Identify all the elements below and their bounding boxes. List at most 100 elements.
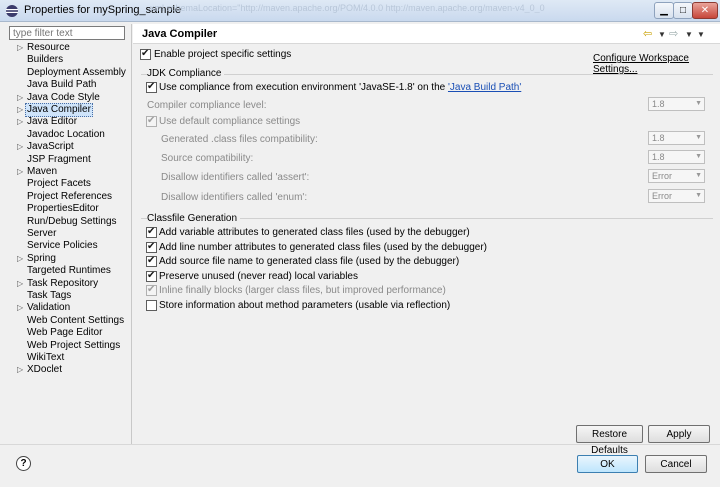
filter-input[interactable] bbox=[9, 26, 125, 40]
tree-item[interactable]: Targeted Runtimes bbox=[0, 265, 131, 277]
tree-item[interactable]: Web Content Settings bbox=[0, 315, 131, 327]
generated-compat-select[interactable]: 1.8 ▼ bbox=[648, 131, 705, 145]
tree-item[interactable]: Service Policies bbox=[0, 240, 131, 252]
page-title: Java Compiler bbox=[142, 28, 218, 40]
tree-item[interactable]: ▷ Resource bbox=[0, 42, 131, 54]
classfile-title: Classfile Generation bbox=[147, 213, 241, 224]
tree-item[interactable]: Project Facets bbox=[0, 178, 131, 190]
tree-item[interactable]: ▷ Java Code Style bbox=[0, 92, 131, 104]
expand-arrow-icon[interactable]: ▷ bbox=[17, 42, 24, 54]
tree-item-label: Web Content Settings bbox=[27, 314, 125, 326]
tree-item[interactable]: Builders bbox=[0, 54, 131, 66]
tree-item[interactable]: ▷ Java Editor bbox=[0, 116, 131, 128]
tree-item[interactable]: ▷ Maven bbox=[0, 166, 131, 178]
classfile-option-checkbox[interactable] bbox=[146, 270, 157, 282]
expand-arrow-icon[interactable]: ▷ bbox=[17, 166, 24, 178]
tree-item[interactable]: Java Build Path bbox=[0, 79, 131, 91]
source-compat-select[interactable]: 1.8 ▼ bbox=[648, 150, 705, 164]
tree-item[interactable]: Web Project Settings bbox=[0, 340, 131, 352]
classfile-option-label: Add variable attributes to generated cla… bbox=[159, 227, 470, 238]
forward-arrow-icon[interactable]: ⇨ bbox=[669, 27, 678, 40]
configure-workspace-link[interactable]: Configure Workspace Settings... bbox=[593, 53, 720, 75]
classfile-option-checkbox[interactable] bbox=[146, 284, 157, 297]
tree-item-label: Validation bbox=[27, 302, 71, 314]
help-icon[interactable]: ? bbox=[16, 456, 31, 471]
expand-arrow-icon[interactable]: ▷ bbox=[17, 104, 24, 116]
close-button[interactable]: ✕ bbox=[692, 2, 718, 19]
jdk-compliance-title: JDK Compliance bbox=[147, 68, 225, 79]
tree-item[interactable]: ▷ JavaScript bbox=[0, 141, 131, 153]
tree-item[interactable]: Run/Debug Settings bbox=[0, 216, 131, 228]
minimize-button[interactable]: ▁ bbox=[654, 2, 674, 19]
tree-item-label: Service Policies bbox=[27, 240, 98, 252]
tree-item-label: Resource bbox=[27, 42, 70, 53]
tree-item[interactable]: JSP Fragment bbox=[0, 154, 131, 166]
tree-item-label: Java Compiler bbox=[25, 103, 93, 117]
blurred-background-text: xml schemaLocation="http://maven.apache.… bbox=[150, 3, 545, 13]
enum-select[interactable]: Error ▼ bbox=[648, 189, 705, 203]
expand-arrow-icon[interactable]: ▷ bbox=[17, 116, 24, 128]
expand-arrow-icon[interactable]: ▷ bbox=[17, 253, 24, 265]
footer-separator bbox=[0, 444, 720, 445]
tree-item-label: Web Page Editor bbox=[27, 327, 103, 339]
use-default-label: Use default compliance settings bbox=[159, 116, 301, 127]
tree-item-label: Spring bbox=[27, 252, 56, 264]
tree-item-label: WikiText bbox=[27, 352, 65, 363]
enable-project-specific-checkbox[interactable] bbox=[140, 48, 151, 60]
tree-item-label: Deployment Assembly bbox=[27, 66, 126, 78]
view-menu-icon[interactable]: ▼ bbox=[697, 30, 705, 39]
java-build-path-link[interactable]: 'Java Build Path' bbox=[448, 82, 521, 93]
classfile-option-checkbox[interactable] bbox=[146, 255, 157, 268]
sash-divider[interactable] bbox=[131, 24, 132, 444]
expand-arrow-icon[interactable]: ▷ bbox=[17, 302, 24, 314]
use-compliance-checkbox[interactable] bbox=[146, 81, 157, 93]
tree-item-label: Project References bbox=[27, 190, 113, 202]
tree-item[interactable]: ▷ Task Repository bbox=[0, 278, 131, 290]
category-tree: ▷ Resource Builders Deployment Assembly Java… bbox=[0, 42, 131, 442]
tree-item-label: Run/Debug Settings bbox=[27, 215, 117, 227]
enable-project-specific-label: Enable project specific settings bbox=[154, 49, 292, 60]
forward-dropdown-icon[interactable]: ▼ bbox=[685, 30, 693, 39]
tree-item-label: JavaScript bbox=[27, 141, 74, 153]
compiler-level-select[interactable]: 1.8 ▼ bbox=[648, 97, 705, 111]
apply-button[interactable]: Apply bbox=[648, 425, 710, 443]
tree-item[interactable]: WikiText bbox=[0, 352, 131, 364]
tree-item[interactable]: ▷ XDoclet bbox=[0, 364, 131, 376]
classfile-option-label: Preserve unused (never read) local varia… bbox=[159, 270, 358, 282]
jdk-compliance-group bbox=[141, 74, 713, 75]
tree-item[interactable]: Web Page Editor bbox=[0, 327, 131, 339]
page-header: Java Compiler ⇦ ▼ ⇨ ▼ ▼ bbox=[133, 24, 720, 44]
cancel-button[interactable]: Cancel bbox=[645, 455, 707, 473]
classfile-option-checkbox[interactable] bbox=[146, 241, 157, 253]
tree-item[interactable]: Task Tags bbox=[0, 290, 131, 302]
tree-item[interactable]: Deployment Assembly bbox=[0, 67, 131, 79]
tree-item[interactable]: ▷ Java Compiler bbox=[0, 103, 131, 117]
tree-item[interactable]: ▷ Spring bbox=[0, 253, 131, 265]
expand-arrow-icon[interactable]: ▷ bbox=[17, 278, 24, 290]
tree-item[interactable]: Server bbox=[0, 228, 131, 240]
tree-item-label: XDoclet bbox=[27, 364, 63, 376]
back-arrow-icon[interactable]: ⇦ bbox=[643, 27, 652, 40]
maximize-button[interactable]: □ bbox=[673, 2, 693, 19]
tree-item[interactable]: PropertiesEditor bbox=[0, 203, 131, 215]
classfile-option-label: Inline finally blocks (larger class file… bbox=[159, 285, 446, 297]
tree-item-label: Targeted Runtimes bbox=[27, 265, 111, 277]
expand-arrow-icon[interactable]: ▷ bbox=[17, 364, 24, 376]
classfile-option-checkbox[interactable] bbox=[146, 300, 157, 311]
assert-select[interactable]: Error ▼ bbox=[648, 169, 705, 183]
eclipse-icon bbox=[6, 5, 18, 17]
ok-button[interactable]: OK bbox=[577, 455, 638, 473]
use-compliance-label: Use compliance from execution environmen… bbox=[159, 82, 522, 93]
expand-arrow-icon[interactable]: ▷ bbox=[17, 141, 24, 153]
property-page: Java Compiler ⇦ ▼ ⇨ ▼ ▼ Enable project s… bbox=[133, 24, 720, 456]
tree-item[interactable]: Project References bbox=[0, 191, 131, 203]
back-dropdown-icon[interactable]: ▼ bbox=[658, 30, 666, 39]
tree-item-label: Web Project Settings bbox=[27, 339, 121, 351]
tree-item-label: Maven bbox=[27, 166, 58, 177]
classfile-option-checkbox[interactable] bbox=[146, 226, 157, 238]
restore-defaults-button[interactable]: Restore Defaults bbox=[576, 425, 643, 456]
expand-arrow-icon[interactable]: ▷ bbox=[17, 92, 24, 104]
use-default-checkbox[interactable] bbox=[146, 115, 157, 127]
tree-item[interactable]: ▷ Validation bbox=[0, 302, 131, 314]
tree-item[interactable]: Javadoc Location bbox=[0, 129, 131, 141]
